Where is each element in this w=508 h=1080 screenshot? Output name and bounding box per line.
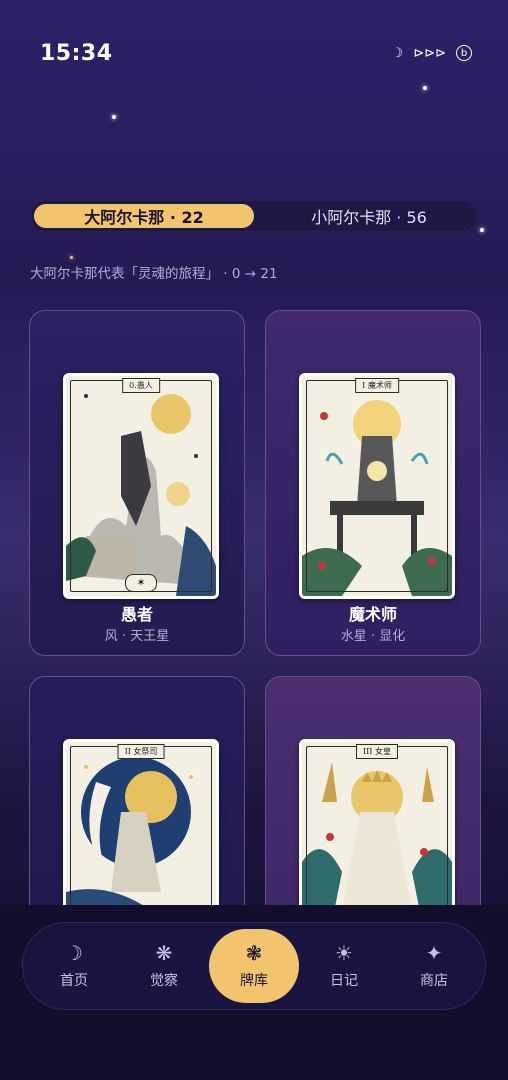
card-frame (306, 380, 448, 592)
status-bar: 15:34 ☽ ⊳⊳⊳ b (40, 38, 472, 68)
nav-label: 日记 (330, 973, 358, 989)
tab-major-arcana[interactable]: 大阿尔卡那 · 22 (34, 204, 254, 228)
card-name: 魔术师 (348, 605, 397, 624)
card-subtitle: 水星 · 显化 (340, 629, 406, 644)
nav-label: 商店 (420, 973, 448, 989)
card-label: II 女祭司 (117, 744, 165, 759)
card-frame (70, 380, 212, 592)
card-label: III 女皇 (355, 744, 399, 759)
card-art: I 魔术师 (299, 373, 455, 599)
b-icon: b (456, 45, 472, 61)
star-decoration (70, 256, 73, 259)
nav-home[interactable]: ☽ 首页 (29, 923, 119, 1009)
flower-icon: ❃ (245, 941, 263, 965)
sparkle-icon: ❋ (155, 941, 173, 965)
nav-shop[interactable]: ✦ 商店 (389, 923, 479, 1009)
nav-label: 觉察 (150, 973, 178, 989)
card-art: 0.愚人 ✶ (63, 373, 219, 599)
star-decoration (423, 86, 427, 90)
moon-icon: ☽ (65, 941, 83, 965)
nav-deck[interactable]: ❃ 牌库 (209, 929, 299, 1003)
nav-label: 牌库 (240, 973, 268, 989)
card-label: I 魔术师 (355, 378, 399, 393)
status-time: 15:34 (40, 40, 113, 66)
bottom-nav: ☽ 首页 ❋ 觉察 ❃ 牌库 ☀ 日记 ✦ 商店 (22, 922, 486, 1010)
tab-minor-arcana[interactable]: 小阿尔卡那 · 56 (264, 204, 474, 228)
nav-awareness[interactable]: ❋ 觉察 (119, 923, 209, 1009)
status-icons: ☽ ⊳⊳⊳ b (392, 45, 472, 61)
signal-icon: ⊳⊳⊳ (413, 45, 446, 61)
card-fool[interactable]: 0.愚人 ✶ 愚者 风 · 天王星 (29, 310, 245, 656)
card-subtitle: 风 · 天王星 (104, 629, 170, 644)
card-magician[interactable]: I 魔术师 魔术师 水星 · 显化 (265, 310, 481, 656)
nav-journal[interactable]: ☀ 日记 (299, 923, 389, 1009)
moon-icon: ☽ (391, 45, 404, 61)
star-icon: ✦ (425, 941, 443, 965)
card-label: 0.愚人 (122, 378, 160, 393)
arcana-segmented-control: 大阿尔卡那 · 22 小阿尔卡那 · 56 (30, 200, 478, 232)
card-name: 愚者 (120, 605, 153, 624)
sun-icon: ☀ (335, 941, 353, 965)
star-decoration (112, 115, 116, 119)
card-bottom-emblem: ✶ (125, 574, 157, 592)
star-decoration (480, 228, 484, 232)
arcana-description: 大阿尔卡那代表「灵魂的旅程」 · 0 → 21 (30, 266, 278, 282)
nav-label: 首页 (60, 973, 88, 989)
